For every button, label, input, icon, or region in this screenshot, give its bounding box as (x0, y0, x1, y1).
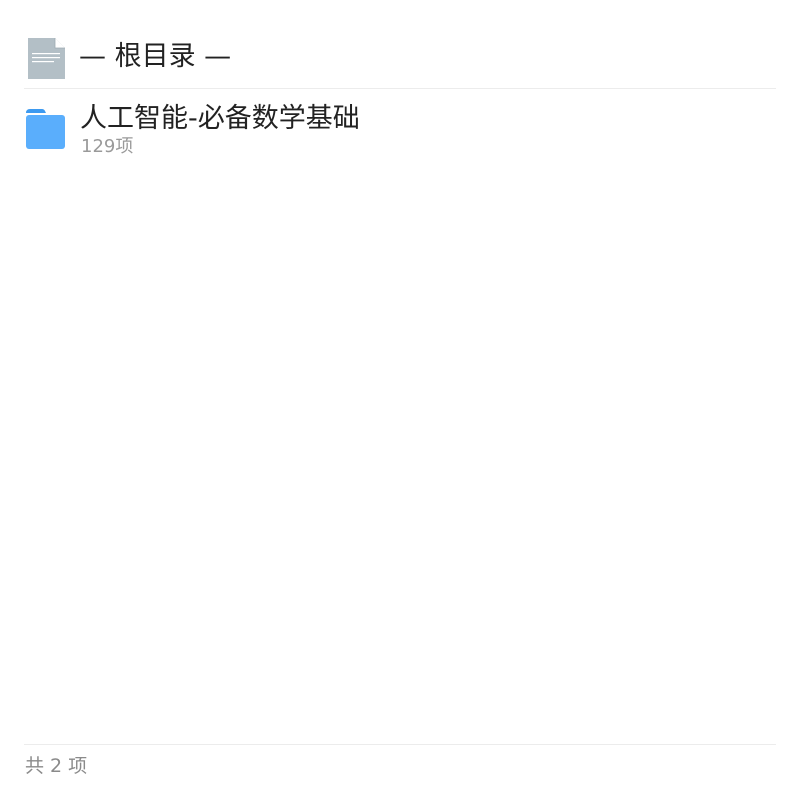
root-directory-header[interactable]: — 根目录 — (24, 24, 776, 89)
total-count: 共 2 项 (25, 755, 88, 777)
list-item-folder[interactable]: 人工智能-必备数学基础 129项 (24, 100, 776, 162)
document-icon (28, 38, 65, 79)
folder-item-count: 129项 (81, 136, 134, 157)
folder-name: 人工智能-必备数学基础 (80, 103, 360, 134)
file-list: 人工智能-必备数学基础 129项 (24, 100, 776, 162)
folder-icon (26, 109, 65, 149)
footer: 共 2 项 (24, 744, 776, 801)
page-title: — 根目录 — (79, 41, 232, 72)
